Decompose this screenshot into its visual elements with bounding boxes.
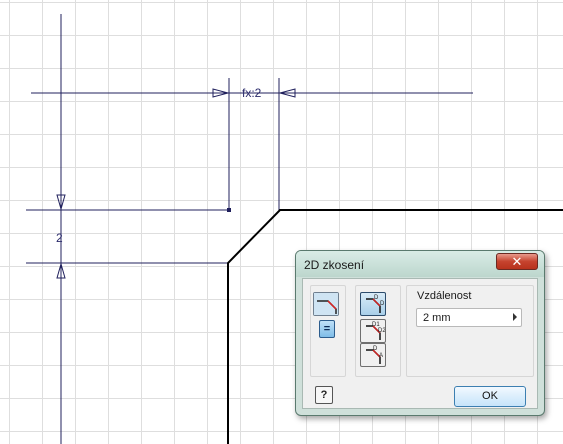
dialog-title: 2D zkosení	[304, 258, 365, 272]
chamfer-corner-icon[interactable]	[313, 292, 339, 316]
chamfer-equal-distance-icon[interactable]: D D	[360, 292, 386, 316]
dimension-text-horizontal: fx:2	[242, 86, 262, 100]
ok-button[interactable]: OK	[454, 386, 526, 407]
chamfer-dialog: 2D zkosení ✕ = D D D1 D2 D A Vzdálenost …	[295, 250, 545, 416]
sketch-point	[227, 208, 231, 212]
svg-text:D: D	[373, 346, 378, 352]
close-button[interactable]: ✕	[496, 253, 538, 270]
dialog-titlebar[interactable]: 2D zkosení ✕	[296, 251, 544, 277]
svg-text:D: D	[380, 301, 385, 307]
dialog-client-area: = D D D1 D2 D A Vzdálenost 2 mm ? OK	[302, 278, 538, 409]
svg-text:A: A	[379, 353, 383, 359]
distance-field[interactable]: 2 mm	[416, 308, 522, 327]
chamfer-distance-angle-icon[interactable]: D A	[360, 343, 386, 367]
help-button[interactable]: ?	[315, 386, 333, 404]
svg-text:D2: D2	[378, 328, 385, 334]
chamfer-two-distances-icon[interactable]: D1 D2	[360, 319, 386, 343]
dimension-text-vertical: 2	[56, 231, 63, 245]
svg-text:D: D	[374, 295, 379, 301]
distance-value: 2 mm	[423, 312, 451, 324]
chevron-right-icon[interactable]	[513, 313, 517, 321]
sketch-canvas[interactable]: fx:2 2 2D zkosení ✕ = D D D1 D2 D A Vzdá…	[0, 0, 563, 444]
distance-label: Vzdálenost	[417, 290, 472, 302]
equal-distance-icon[interactable]: =	[319, 320, 335, 338]
